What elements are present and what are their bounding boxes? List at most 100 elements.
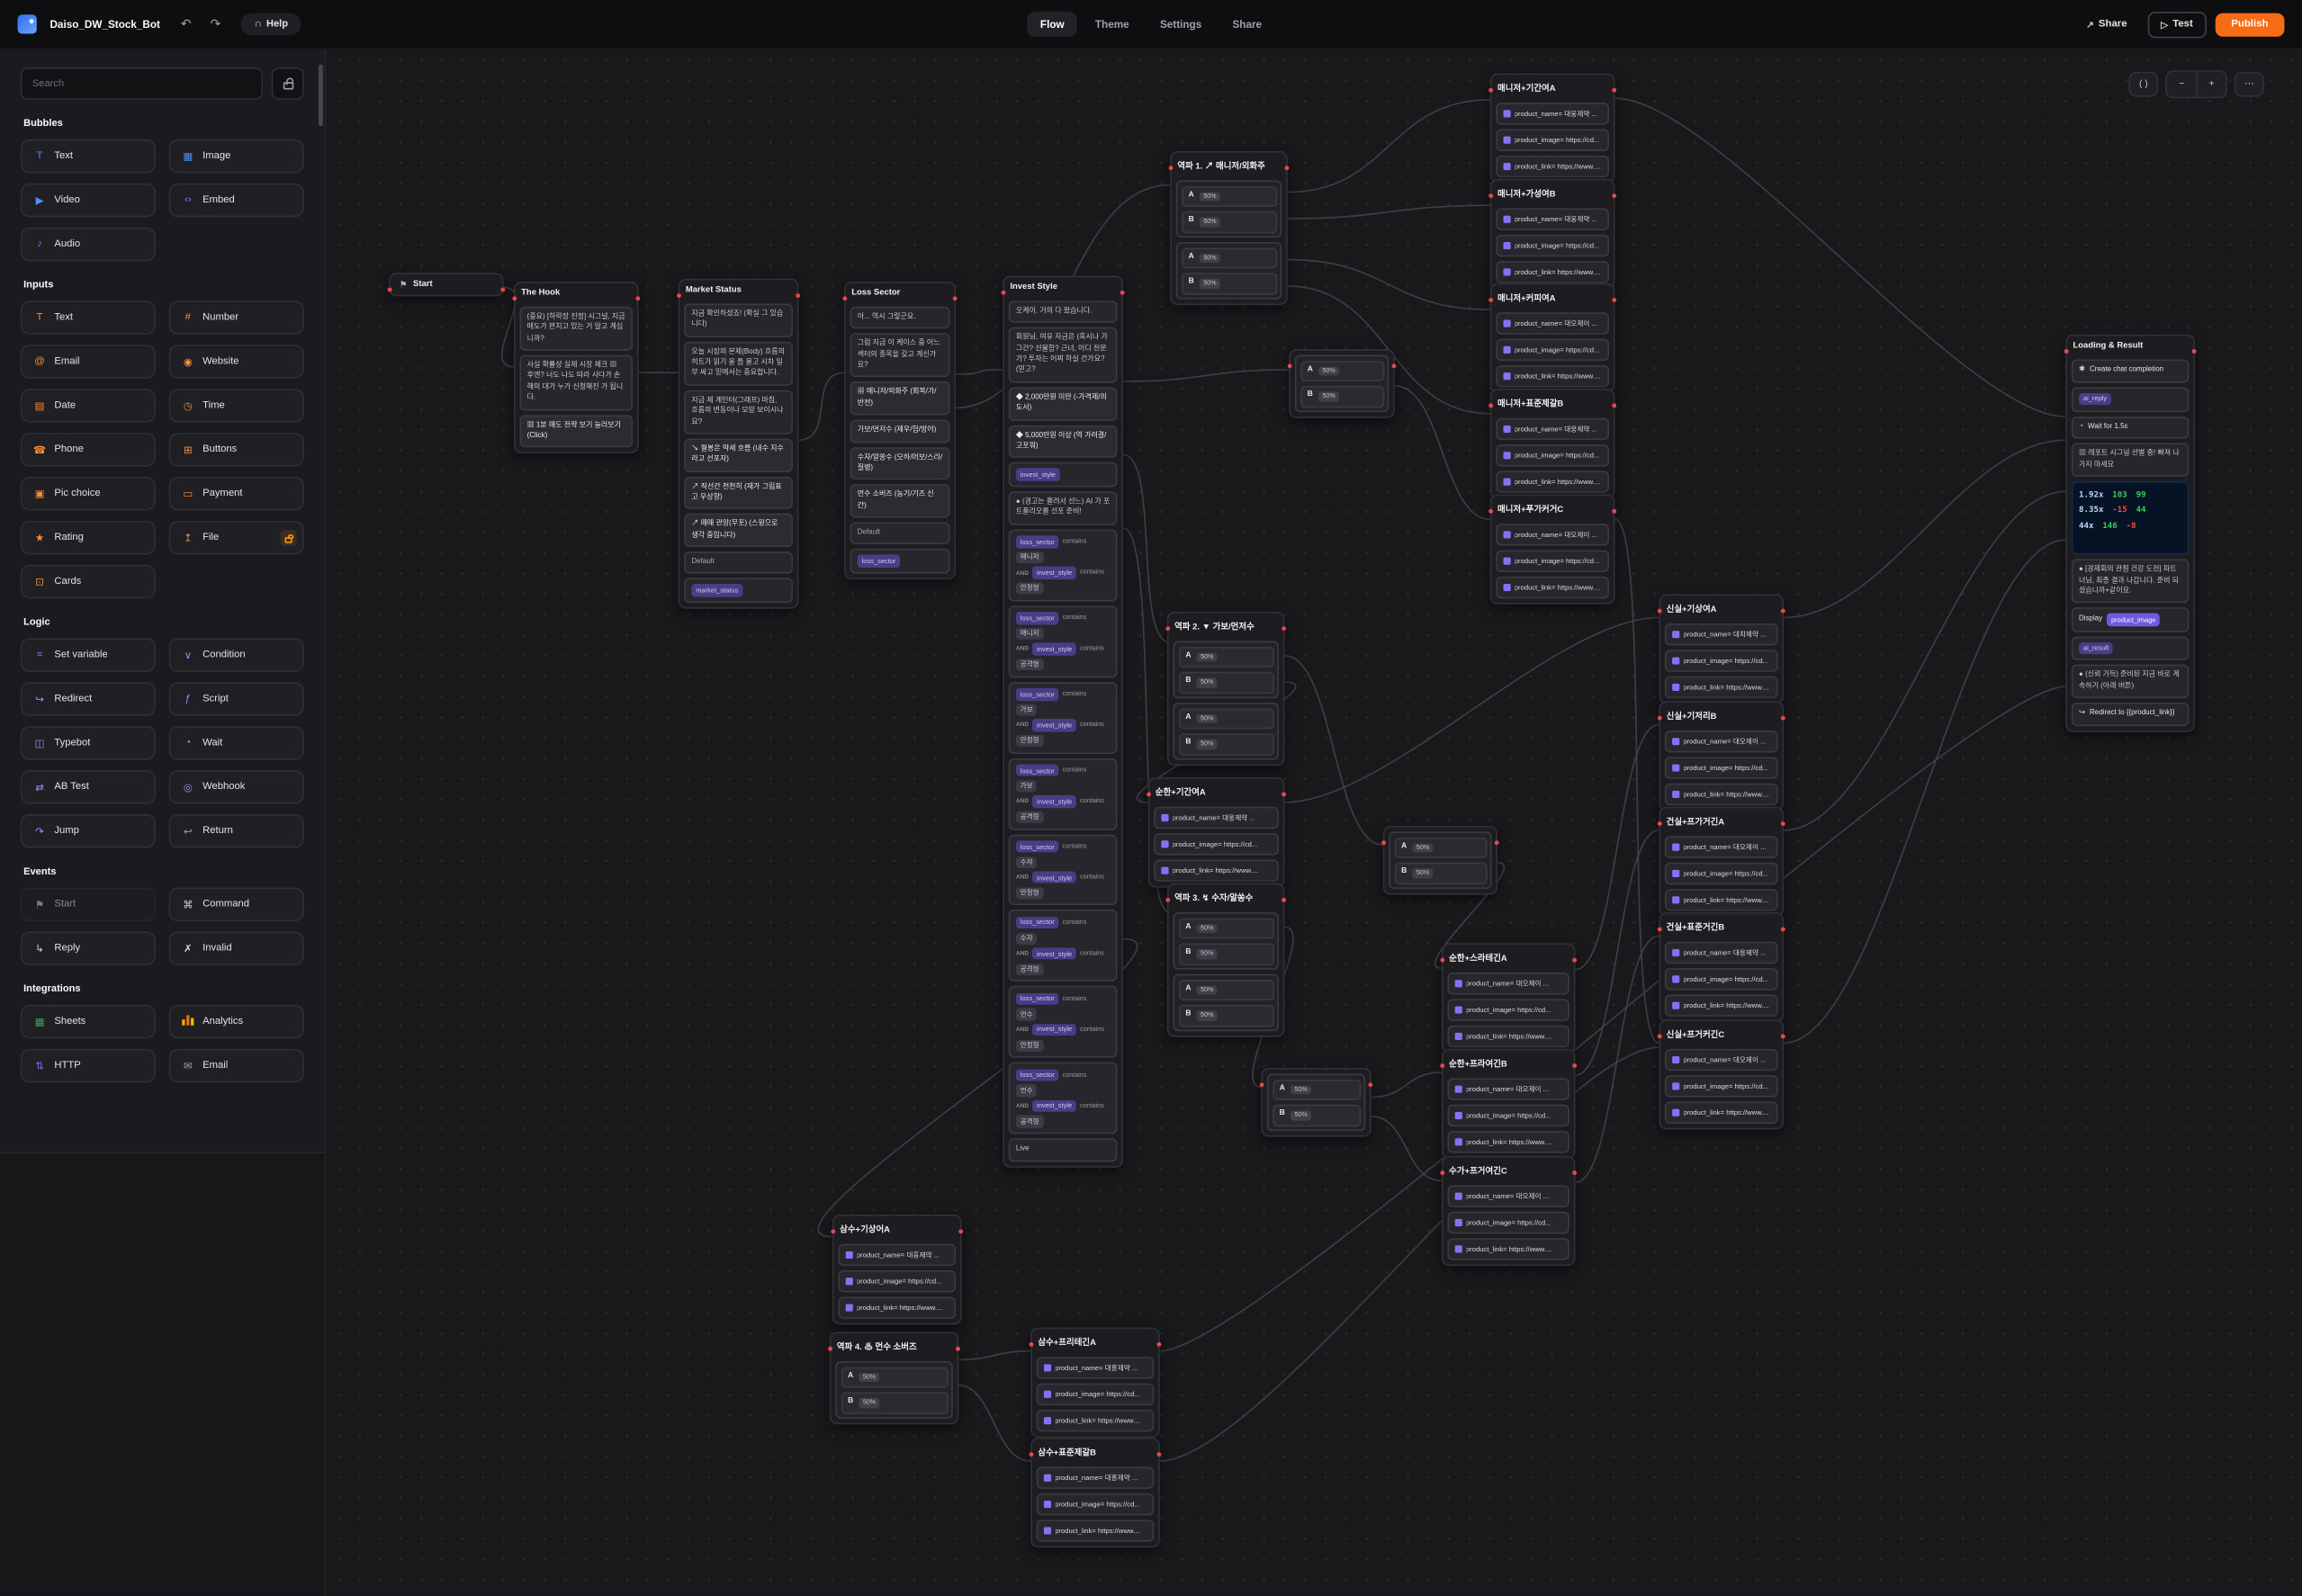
- ab-branch-row[interactable]: B50%: [1181, 273, 1276, 294]
- button-choice-block[interactable]: ▦ 매니저/외화주 (회복/가/반전): [850, 382, 950, 416]
- sidebar-item-rating[interactable]: ★Rating: [21, 521, 156, 555]
- connection-point[interactable]: [1281, 898, 1286, 902]
- connection-point[interactable]: [1658, 927, 1662, 931]
- text-bubble-block[interactable]: 아... 역시 그렇군요.: [850, 307, 950, 329]
- condition-block[interactable]: loss_sectorcontains가보ANDinvest_stylecont…: [1009, 758, 1118, 829]
- connection-point[interactable]: [1612, 298, 1616, 302]
- ab-split-block[interactable]: A50%B50%: [1295, 355, 1389, 413]
- ab-split-block[interactable]: A50%B50%: [1173, 912, 1278, 970]
- ab-split-block[interactable]: A50%B50%: [1173, 974, 1278, 1032]
- flow-group-c2[interactable]: A50%B50%: [1383, 826, 1497, 895]
- connection-point[interactable]: [1612, 403, 1616, 408]
- set-variable-block[interactable]: product_image= https://cd...: [1037, 1493, 1155, 1516]
- text-bubble-block[interactable]: ● (신뢰 가득) 준비된 지금 바로 계속하기 (아래 버튼): [2072, 665, 2190, 698]
- connection-point[interactable]: [1572, 1063, 1577, 1068]
- set-variable-block[interactable]: product_image= https://cd...: [1154, 833, 1279, 856]
- ab-branch-row[interactable]: A50%: [1181, 247, 1276, 269]
- sidebar-item-payment[interactable]: ▭Payment: [169, 477, 304, 511]
- ab-branch-row[interactable]: B50%: [1178, 1005, 1273, 1027]
- variable-block[interactable]: market_status: [684, 578, 793, 603]
- connection-point[interactable]: [1780, 1035, 1785, 1039]
- sidebar-item-jump[interactable]: ↷Jump: [21, 814, 156, 848]
- connection-point[interactable]: [843, 296, 848, 300]
- connection-point[interactable]: [1780, 716, 1785, 721]
- ab-branch-row[interactable]: A50%: [841, 1367, 948, 1388]
- connection-point[interactable]: [1658, 609, 1662, 614]
- button-choice-block[interactable]: 먼수 소버즈 (농기/기즈 신간): [850, 484, 950, 517]
- button-choice-block[interactable]: ↗ 매매 관망(무포) (스윙으로 생각 중입니다): [684, 514, 793, 547]
- nav-theme[interactable]: Theme: [1082, 12, 1142, 37]
- set-variable-block[interactable]: product_image= https://cd...: [839, 1270, 957, 1293]
- text-bubble-block[interactable]: ▦ 레포트 시그널 선별 중! 빠져 나가지 마세요: [2072, 444, 2190, 477]
- variable-block[interactable]: ai_result: [2072, 636, 2190, 660]
- ab-branch-row[interactable]: B50%: [1394, 862, 1487, 883]
- flow-group-p4[interactable]: 매니저+표준제갈Bproduct_name= 대웅제약 ...product_i…: [1490, 389, 1615, 499]
- sidebar-item-pic-choice[interactable]: ▣Pic choice: [21, 477, 156, 511]
- set-variable-block[interactable]: product_link= https://www....: [1665, 995, 1778, 1018]
- button-choice-block[interactable]: ↘ 월봉은 약세 흐름 (내수 지수라고 선포자): [684, 438, 793, 471]
- sidebar-item-webhook[interactable]: ◎Webhook: [169, 770, 304, 804]
- flow-group-p8[interactable]: 순한+프라여긴Bproduct_name= 대오제이 ...product_im…: [1442, 1049, 1575, 1160]
- sidebar-item-time[interactable]: ◷Time: [169, 389, 304, 423]
- sidebar-item-analytics[interactable]: Analytics: [169, 1005, 304, 1039]
- flow-group-start[interactable]: ⚑Start: [389, 273, 503, 296]
- connection-point[interactable]: [1494, 840, 1498, 845]
- share-button[interactable]: ↗ Share: [2074, 13, 2139, 36]
- set-variable-block[interactable]: product_link= https://www....: [1665, 677, 1778, 699]
- ab-split-block[interactable]: A50%B50%: [1267, 1074, 1365, 1132]
- connection-point[interactable]: [1489, 88, 1494, 93]
- sidebar-item-date[interactable]: ▤Date: [21, 389, 156, 423]
- ab-branch-row[interactable]: A50%: [1178, 918, 1273, 939]
- flow-group-pb1[interactable]: 삼수+기상어Aproduct_name= 대흥제약 ...product_ima…: [832, 1215, 962, 1325]
- set-variable-block[interactable]: product_name= 대웅제약 ...: [1665, 942, 1778, 964]
- set-variable-block[interactable]: product_link= https://www....: [1496, 471, 1609, 494]
- set-variable-block[interactable]: product_link= https://www....: [1448, 1238, 1569, 1260]
- ab-split-block[interactable]: A50%B50%: [1389, 831, 1491, 889]
- flow-group-c3[interactable]: A50%B50%: [1261, 1068, 1371, 1137]
- connection-point[interactable]: [1780, 927, 1785, 931]
- connection-point[interactable]: [1381, 840, 1386, 845]
- connection-point[interactable]: [1284, 166, 1289, 170]
- flow-group-split3[interactable]: 역파 3. ↯ 수자/알쏭수A50%B50%A50%B50%: [1167, 883, 1285, 1038]
- set-variable-block[interactable]: product_name= 대웅제약 ...: [1496, 103, 1609, 125]
- sidebar-item-email[interactable]: @Email: [21, 345, 156, 379]
- set-variable-block[interactable]: product_image= https://cd...: [1496, 444, 1609, 467]
- text-bubble-block[interactable]: 오늘 시장의 본체(Body) 흐름의 히트가 읽기 올 틈 몰고 시차 일부 …: [684, 341, 793, 385]
- connection-point[interactable]: [1169, 166, 1173, 170]
- ab-branch-row[interactable]: A50%: [1178, 708, 1273, 730]
- nav-settings[interactable]: Settings: [1147, 12, 1215, 37]
- flow-group-market[interactable]: Market Status지금 확인하셨죠! (확실 그 있습니다)오늘 시장의…: [679, 279, 799, 609]
- set-variable-block[interactable]: product_image= https://cd...: [1037, 1384, 1155, 1406]
- set-variable-block[interactable]: product_link= https://www....: [1448, 1131, 1569, 1153]
- flow-group-pb3[interactable]: 삼수+표준제갈Bproduct_name= 대흥제약 ...product_im…: [1030, 1438, 1160, 1548]
- connection-point[interactable]: [1441, 1063, 1445, 1068]
- set-variable-block[interactable]: product_link= https://www....: [1037, 1520, 1155, 1542]
- set-variable-block[interactable]: product_name= 대웅제약 ...: [1496, 209, 1609, 231]
- ab-branch-row[interactable]: B50%: [841, 1392, 948, 1413]
- connection-point[interactable]: [1288, 363, 1292, 368]
- connection-point[interactable]: [1780, 821, 1785, 826]
- connection-point[interactable]: [1281, 792, 1286, 796]
- text-bubble-block[interactable]: Live: [1009, 1139, 1118, 1161]
- sidebar-item-start[interactable]: ⚑Start: [21, 887, 156, 921]
- ab-split-block[interactable]: A50%B50%: [1173, 703, 1278, 760]
- flow-group-split1[interactable]: 역파 1. ↗ 매니저/외화주A50%B50%A50%B50%: [1170, 151, 1288, 306]
- set-variable-block[interactable]: product_name= 대웅제약 ...: [1496, 418, 1609, 441]
- sidebar-item-invalid[interactable]: ✗Invalid: [169, 931, 304, 965]
- connection-point[interactable]: [832, 1229, 836, 1233]
- set-variable-block[interactable]: product_image= https://cd...: [1448, 1105, 1569, 1127]
- text-bubble-block[interactable]: 지금 확인하셨죠! (확실 그 있습니다): [684, 304, 793, 337]
- flow-group-invest[interactable]: Invest Style오케이, 거의 다 왔습니다.회원님, 여유 자금은 (…: [1003, 276, 1123, 1168]
- set-variable-block[interactable]: product_name= 대오제이 ...: [1448, 1185, 1569, 1207]
- connection-point[interactable]: [1658, 1035, 1662, 1039]
- sidebar-item-condition[interactable]: ∨Condition: [169, 638, 304, 672]
- set-variable-block[interactable]: product_image= https://cd...: [1665, 1075, 1778, 1098]
- zoom-out-button[interactable]: −: [2167, 72, 2197, 97]
- variable-block[interactable]: ai_reply: [2072, 387, 2190, 411]
- connection-point[interactable]: [1658, 821, 1662, 826]
- set-variable-block[interactable]: product_image= https://cd...: [1496, 235, 1609, 257]
- wait-block[interactable]: ◔Wait for 1.5s: [2072, 416, 2190, 439]
- sidebar-item-set-variable[interactable]: =Set variable: [21, 638, 156, 672]
- text-bubble-block[interactable]: ● (경고는 흘려서 선느) AI 가 포트폴리오를 선포 준비!: [1009, 491, 1118, 525]
- set-variable-block[interactable]: product_name= 대오제이 ...: [1448, 973, 1569, 995]
